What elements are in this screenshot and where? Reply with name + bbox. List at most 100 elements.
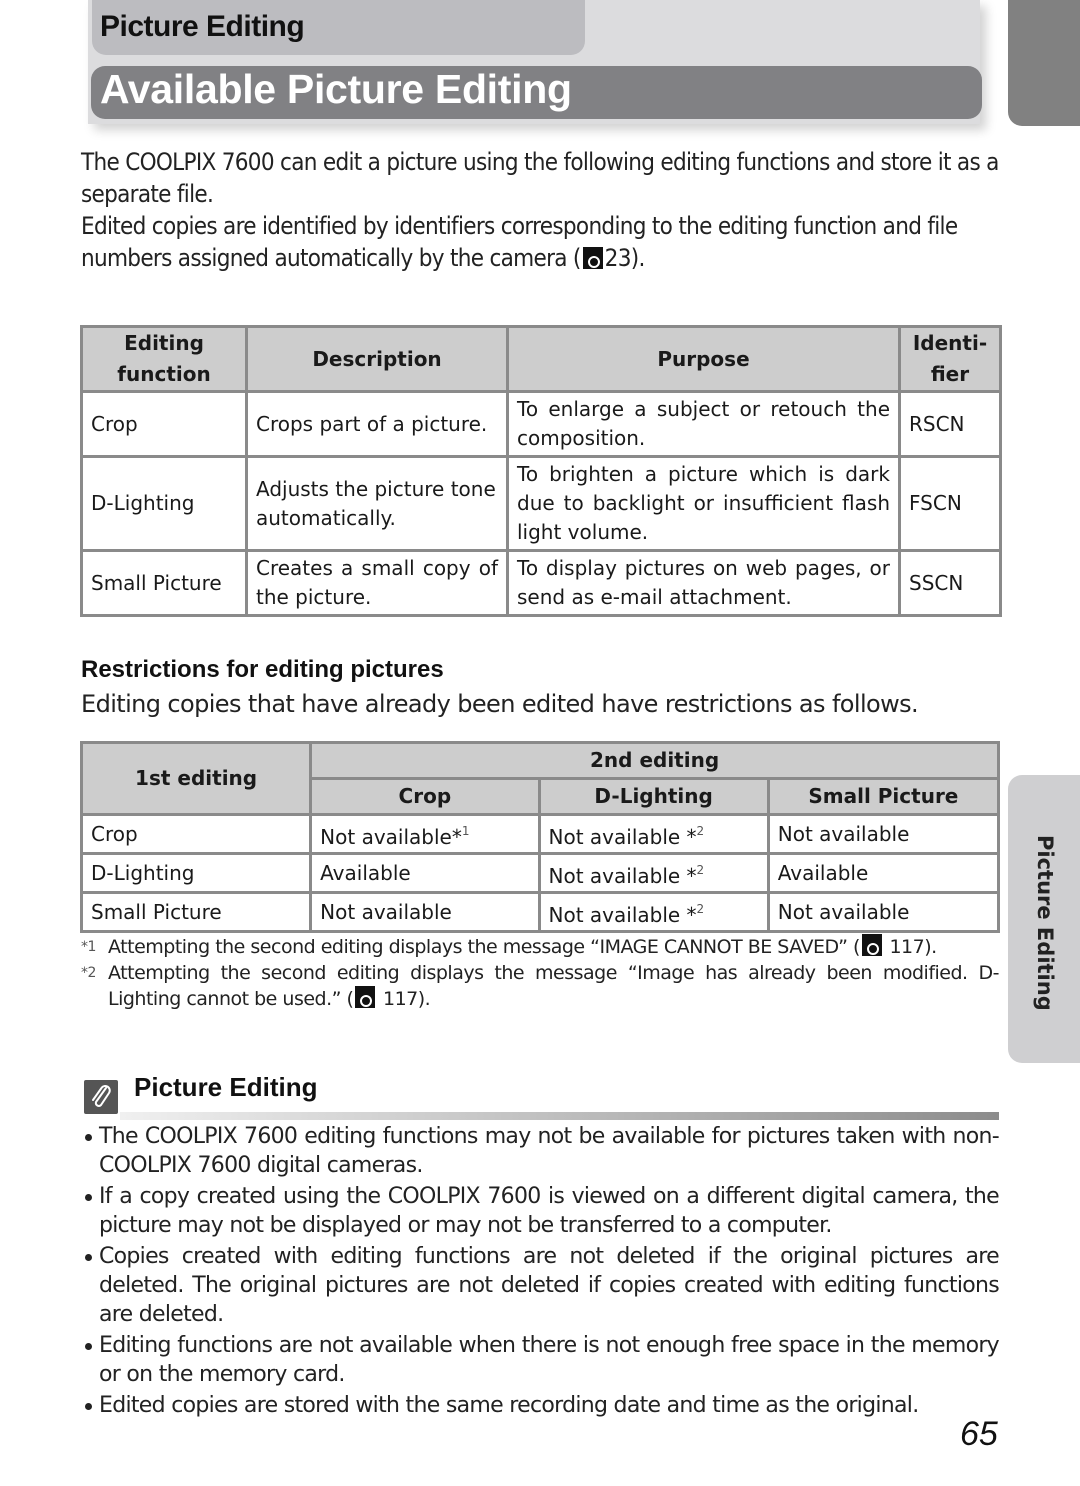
cell-identifier: SSCN (898, 549, 1002, 617)
page-reference-icon (355, 986, 376, 1008)
cell-availability: Available (766, 852, 1001, 894)
footnote-body: Attempting the second editing displays t… (108, 936, 860, 958)
footnote-2: *2 Attempting the second editing display… (81, 960, 1000, 1012)
side-tab[interactable]: Picture Editing (1008, 775, 1080, 1063)
cell-first-editing: D-Lighting (79, 852, 313, 894)
cell-function: D-Lighting (80, 455, 248, 552)
header-editing-function: Editing function (80, 325, 248, 393)
note-item: If a copy created using the COOLPIX 7600… (83, 1182, 1000, 1240)
cell-description: Crops part of a picture. (245, 390, 509, 458)
footnote-number: 2 (696, 824, 705, 838)
footnote-body: Attempting the second editing displays t… (108, 962, 1000, 1010)
page-ref[interactable]: 117 (383, 988, 418, 1010)
footnote-marker: * (451, 825, 462, 849)
editing-functions-table: Editing function Description Purpose Ide… (80, 325, 1002, 617)
cell-function: Small Picture (80, 549, 248, 617)
header-crop: Crop (309, 777, 541, 816)
availability-text: Available (777, 861, 869, 885)
cell-availability: Not available (766, 891, 1001, 933)
cell-description: Adjusts the picture tone automatically. (245, 455, 509, 552)
note-item: The COOLPIX 7600 editing functions may n… (83, 1122, 1000, 1180)
note-divider (120, 1112, 999, 1120)
restrictions-text: Editing copies that have already been ed… (81, 690, 919, 718)
note-title: Picture Editing (134, 1072, 318, 1102)
page-reference-icon (861, 934, 882, 956)
cell-availability: Not available *2 (537, 891, 770, 933)
header-identifier: Identi- fier (898, 325, 1002, 393)
table-row: Crop Not available*1 Not available *2 Not a… (79, 813, 1001, 855)
note-item: Editing functions are not available when… (83, 1331, 1000, 1389)
table-row: Small Picture Not available Not available … (79, 891, 1001, 933)
availability-text: Not available (320, 825, 452, 849)
restrictions-table: 1st editing 2nd editing Crop D-Lighting … (79, 741, 1001, 933)
table-row: D-Lighting Adjusts the picture tone auto… (80, 455, 1002, 552)
cell-description: Creates a small copy of the picture. (245, 549, 509, 617)
header-small-picture: Small Picture (766, 777, 1001, 816)
cell-availability: Not available *2 (537, 813, 770, 855)
cell-first-editing: Crop (79, 813, 313, 855)
cell-purpose: To display pictures on web pages, or sen… (506, 549, 901, 617)
section-tab: Picture Editing (92, 0, 585, 55)
table-row: Small Picture Creates a small copy of th… (80, 549, 1002, 617)
footnotes: *1 Attempting the second editing display… (81, 934, 1000, 1012)
availability-text: Not available (548, 825, 687, 849)
availability-text: Available (320, 861, 411, 885)
footnote-marker: * (686, 825, 697, 849)
table-row: D-Lighting Available Not available *2 Avail… (79, 852, 1001, 894)
corner-tab (1008, 0, 1080, 126)
page-title: Available Picture Editing (100, 66, 572, 112)
header-second-editing: 2nd editing (309, 741, 1000, 780)
intro-text-end: ). (630, 244, 646, 272)
header-description: Description (245, 325, 509, 393)
side-tab-label: Picture Editing (1033, 835, 1057, 1011)
cell-purpose: To enlarge a subject or retouch the comp… (506, 390, 901, 458)
footnote-text: Attempting the second editing displays t… (108, 934, 999, 960)
page-reference-icon (582, 247, 603, 269)
intro-paragraph-1: The COOLPIX 7600 can edit a picture usin… (81, 148, 999, 208)
restrictions-heading: Restrictions for editing pictures (81, 656, 444, 683)
cell-availability: Not available (766, 813, 1001, 855)
table-header-row: Editing function Description Purpose Ide… (80, 325, 1002, 393)
footnote-number: 2 (696, 863, 705, 877)
cell-purpose: To brighten a picture which is dark due … (506, 455, 901, 552)
intro-text: Edited copies are identified by identifi… (81, 212, 958, 272)
page-ref[interactable]: 23 (605, 244, 632, 272)
page-ref[interactable]: 117 (889, 936, 924, 958)
table-row: Crop Crops part of a picture. To enlarge… (80, 390, 1002, 458)
availability-text: Not available (777, 900, 910, 924)
cell-availability: Not available (309, 891, 541, 933)
page-number: 65 (960, 1415, 998, 1453)
footnote-end: ). (417, 988, 431, 1010)
footnote-marker: * (686, 864, 697, 888)
title-bar: Available Picture Editing (91, 66, 982, 119)
header-first-editing: 1st editing (79, 741, 313, 816)
section-label: Picture Editing (100, 10, 305, 43)
table-header-row: 1st editing 2nd editing (79, 741, 1000, 816)
footnote-marker: * (686, 903, 697, 927)
header-purpose: Purpose (506, 325, 901, 393)
paperclip-icon (84, 1080, 118, 1114)
availability-text: Not available (777, 822, 910, 846)
cell-first-editing: Small Picture (79, 891, 313, 933)
footnote-number: 1 (461, 824, 470, 838)
availability-text: Not available (320, 900, 452, 924)
cell-availability: Available (309, 852, 541, 894)
footnote-1: *1 Attempting the second editing display… (81, 934, 999, 960)
footnote-mark: *2 (81, 965, 96, 981)
intro-paragraph-2: Edited copies are identified by identifi… (81, 210, 999, 274)
cell-availability: Not available *2 (537, 852, 770, 894)
note-list: The COOLPIX 7600 editing functions may n… (83, 1122, 1000, 1422)
cell-identifier: RSCN (898, 390, 1002, 458)
header-d-lighting: D-Lighting (537, 777, 770, 816)
footnote-mark: *1 (81, 939, 96, 955)
cell-identifier: FSCN (898, 455, 1002, 552)
footnote-text: Attempting the second editing displays t… (108, 960, 1000, 1012)
intro: The COOLPIX 7600 can edit a picture usin… (81, 146, 999, 274)
cell-availability: Not available*1 (309, 813, 541, 855)
footnote-number: 2 (696, 902, 705, 916)
note-item: Copies created with editing functions ar… (83, 1242, 1000, 1329)
availability-text: Not available (548, 864, 687, 888)
note-item: Edited copies are stored with the same r… (83, 1391, 999, 1420)
cell-function: Crop (80, 390, 248, 458)
footnote-end: ). (924, 936, 937, 958)
